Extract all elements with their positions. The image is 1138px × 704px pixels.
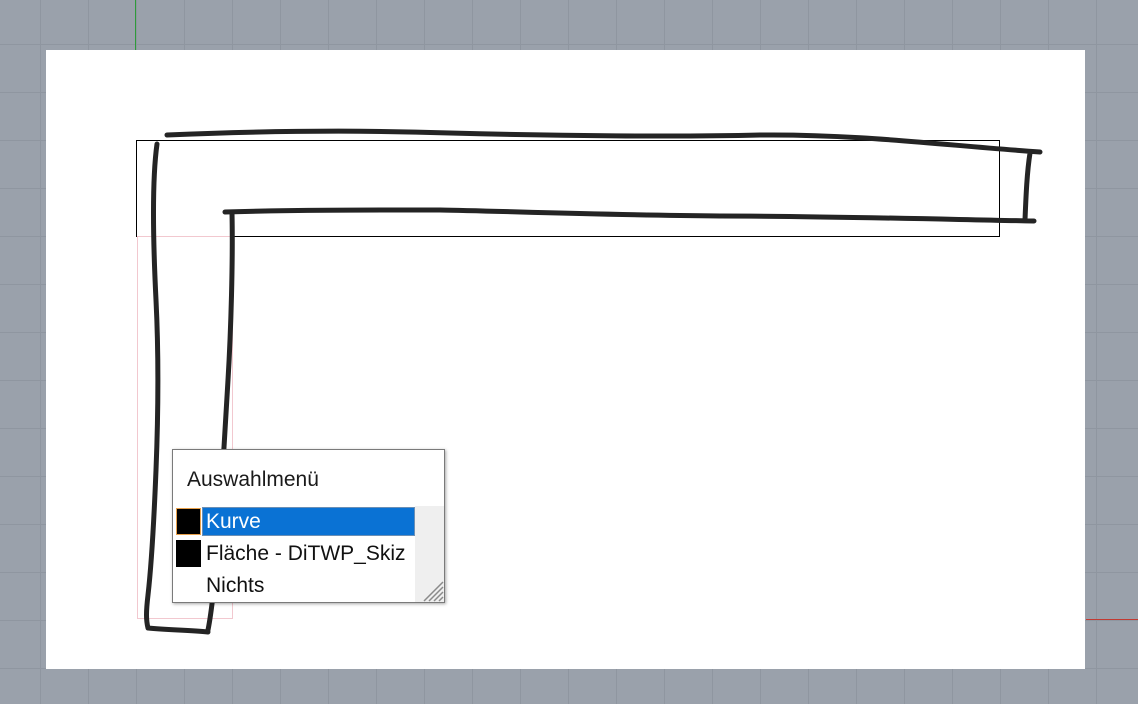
- menu-item-nothing[interactable]: Nichts: [174, 570, 415, 601]
- selection-menu-list[interactable]: Kurve Fläche - DiTWP_Skiz Nichts: [174, 506, 415, 602]
- menu-item-label: Kurve: [206, 510, 261, 533]
- selection-box: [136, 140, 1000, 237]
- menu-item-label: Nichts: [206, 574, 265, 597]
- menu-scroll-area[interactable]: [415, 506, 444, 602]
- menu-item-surface[interactable]: Fläche - DiTWP_Skiz: [174, 538, 415, 569]
- color-swatch: [176, 540, 201, 567]
- sketch-canvas[interactable]: [0, 0, 1138, 704]
- resize-grip-icon[interactable]: [420, 578, 444, 602]
- color-swatch: [176, 508, 201, 535]
- selection-menu[interactable]: Auswahlmenü Kurve Fläche - DiTWP_Skiz Ni…: [172, 449, 445, 603]
- selection-menu-title: Auswahlmenü: [187, 468, 319, 491]
- sketch-curve-outer[interactable]: [164, 128, 1043, 224]
- menu-item-label: Fläche - DiTWP_Skiz: [206, 542, 406, 565]
- menu-item-curve[interactable]: Kurve: [174, 506, 415, 537]
